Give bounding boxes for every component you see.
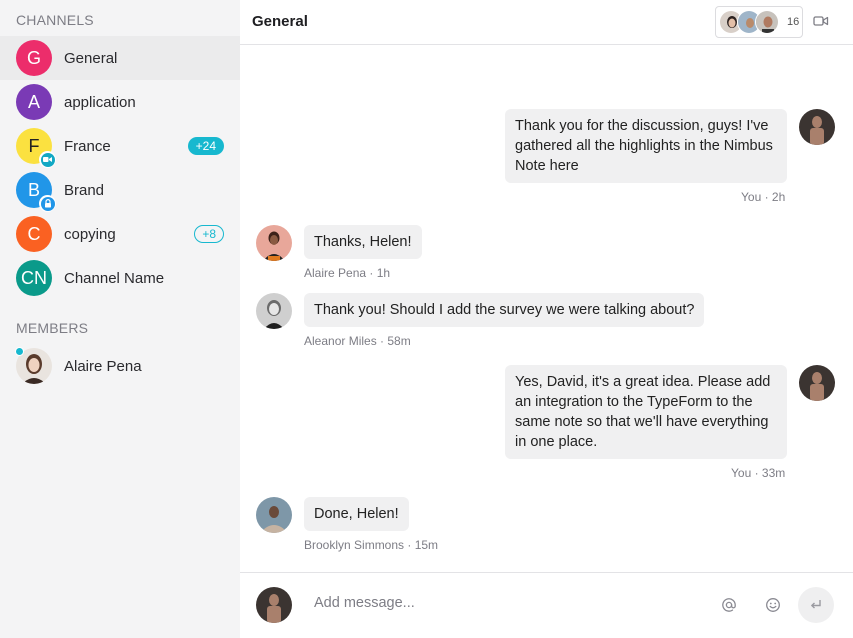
channel-name: application <box>64 93 136 111</box>
lock-icon <box>40 196 55 211</box>
message-meta: You · 33m <box>731 466 786 480</box>
channel-avatar: C <box>16 216 52 252</box>
channel-video-badge <box>39 151 56 168</box>
channel-avatar: F <box>16 128 56 168</box>
video-icon <box>40 152 55 167</box>
message-bubble: Done, Helen! <box>304 497 409 531</box>
channel-name: copying <box>64 225 116 243</box>
channel-item-copying[interactable]: C copying +8 <box>0 212 240 256</box>
page-title: General <box>252 13 308 30</box>
chat-panel: General 16 Thank you for the discussion,… <box>240 0 853 638</box>
channel-list: G General A application F France +24 B B… <box>0 36 240 300</box>
avatar <box>755 10 779 34</box>
channel-initials: B <box>27 179 40 200</box>
avatar <box>256 587 292 623</box>
message-bubble: Yes, David, it's a great idea. Please ad… <box>505 365 787 459</box>
avatar <box>799 109 835 145</box>
channel-name: General <box>64 49 118 67</box>
members-section-title: MEMBERS <box>16 320 89 336</box>
channel-item-general[interactable]: G General <box>0 36 240 80</box>
channel-item-channel-name[interactable]: CN Channel Name <box>0 256 240 300</box>
message-bubble: Thanks, Helen! <box>304 225 422 259</box>
avatar <box>256 225 292 261</box>
unread-badge: +24 <box>187 137 224 155</box>
channel-item-france[interactable]: F France +24 <box>0 124 240 168</box>
channel-lock-badge <box>39 195 56 212</box>
message-meta: Aleanor Miles · 58m <box>304 334 411 348</box>
channel-initials: F <box>28 135 40 156</box>
message-bubble: Thank you for the discussion, guys! I've… <box>505 109 787 183</box>
send-button[interactable] <box>798 587 834 623</box>
channel-avatar: G <box>16 40 52 76</box>
channel-name: Brand <box>64 181 105 199</box>
enter-icon <box>811 600 821 609</box>
message-composer <box>240 572 853 638</box>
channel-avatar: A <box>16 84 52 120</box>
message-meta: Brooklyn Simmons · 15m <box>304 538 439 552</box>
channel-item-application[interactable]: A application <box>0 80 240 124</box>
mention-icon[interactable] <box>719 595 739 615</box>
online-status-dot <box>15 347 24 356</box>
chat-header: General 16 <box>240 0 853 45</box>
member-item-alaire-pena[interactable]: Alaire Pena <box>0 346 240 386</box>
avatar <box>256 293 292 329</box>
channel-name: Channel Name <box>64 269 165 287</box>
avatar <box>256 497 292 533</box>
channel-name: France <box>64 137 111 155</box>
video-call-icon[interactable] <box>813 14 829 28</box>
member-name: Alaire Pena <box>64 357 142 375</box>
message-input[interactable] <box>314 595 694 611</box>
unread-badge: +8 <box>194 225 224 243</box>
message-bubble: Thank you! Should I add the survey we we… <box>304 293 705 327</box>
avatar <box>799 365 835 401</box>
message-meta: Alaire Pena · 1h <box>304 266 391 280</box>
channels-section-title: CHANNELS <box>16 12 94 28</box>
message-meta: You · 2h <box>741 190 786 204</box>
participants-button[interactable]: 16 <box>715 6 803 38</box>
channel-avatar: CN <box>16 260 52 296</box>
participant-count: 16 <box>787 16 800 28</box>
channel-item-brand[interactable]: B Brand <box>0 168 240 212</box>
emoji-icon[interactable] <box>763 595 783 615</box>
sidebar: CHANNELS G General A application F Franc… <box>0 0 240 638</box>
channel-avatar: B <box>16 172 56 212</box>
